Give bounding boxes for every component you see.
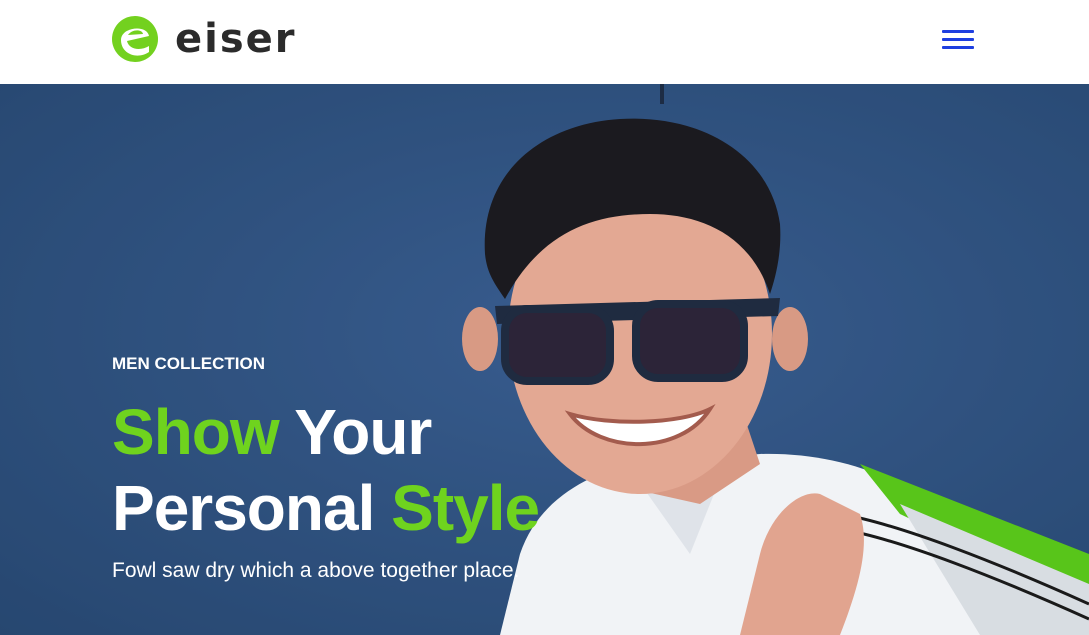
- eiser-logo-icon: [112, 16, 158, 62]
- headline-word-style: Style: [391, 472, 540, 544]
- wall-pole: [660, 84, 664, 104]
- headline-word-personal: Personal: [112, 472, 375, 544]
- headline-word-your: Your: [294, 396, 432, 468]
- site-logo[interactable]: eiser: [111, 14, 297, 64]
- site-header: eiser: [0, 0, 1089, 84]
- logo-text: eiser: [175, 16, 297, 62]
- headline-word-show: Show: [112, 396, 280, 468]
- hero-description: Fowl saw dry which a above together plac…: [112, 559, 520, 582]
- hero-headline: Show Your Personal Style: [112, 394, 540, 546]
- sunglasses-right-lens: [632, 300, 748, 382]
- sunglasses-left-lens: [501, 305, 614, 385]
- menu-bar: [942, 46, 974, 49]
- menu-bar: [942, 38, 974, 41]
- hero-banner: MEN COLLECTION Show Your Personal Style F…: [0, 84, 1089, 635]
- collection-tag: MEN COLLECTION: [112, 354, 265, 373]
- menu-bar: [942, 30, 974, 33]
- hamburger-menu-icon[interactable]: [942, 28, 974, 52]
